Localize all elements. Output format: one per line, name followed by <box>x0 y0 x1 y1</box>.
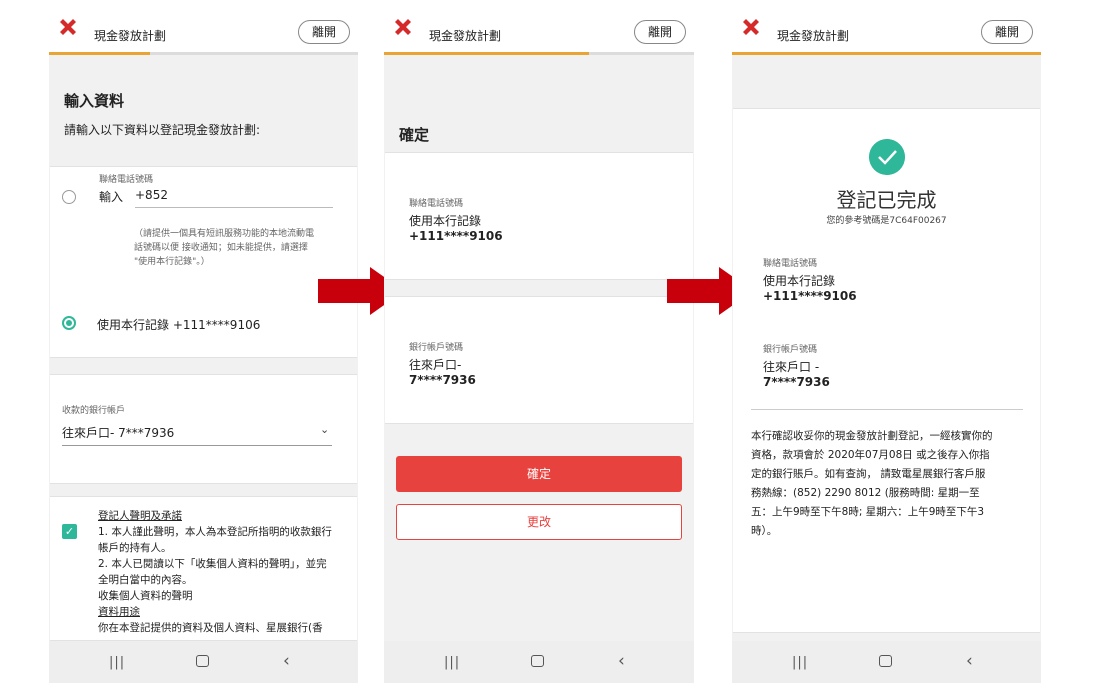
app-bar: 現金發放計劃 離開 <box>49 8 358 54</box>
check-circle-icon <box>869 139 905 175</box>
recent-apps-icon[interactable]: ||| <box>792 655 808 670</box>
use-record-option[interactable]: 使用本行記錄 +111****9106 <box>97 316 260 333</box>
registration-input-screen: 現金發放計劃 離開 輸入資料 請輸入以下資料以登記現金發放計劃: 聯絡電話號碼 … <box>49 8 358 683</box>
use-record-radio[interactable] <box>62 316 76 330</box>
app-bar: 現金發放計劃 離開 <box>384 8 694 54</box>
app-title: 現金發放計劃 <box>94 29 167 43</box>
back-icon[interactable]: ‹ <box>283 651 290 671</box>
account-number: 7****7936 <box>763 375 830 389</box>
dbs-logo-icon <box>743 19 759 35</box>
dbs-logo-icon <box>60 19 76 35</box>
declaration-text: 登記人聲明及承諾 1. 本人謹此聲明，本人為本登記所指明的收款銀行 帳戶的持有人… <box>98 510 332 634</box>
page-instruction: 請輸入以下資料以登記現金發放計劃: <box>64 123 261 137</box>
account-summary-card: 銀行帳戶號碼 往來戶口- 7****7936 <box>385 296 693 424</box>
confirmation-screen: 現金發放計劃 離開 確定 聯絡電話號碼 使用本行記錄 +111****9106 … <box>384 8 694 683</box>
country-code: +852 <box>135 188 168 202</box>
chevron-down-icon[interactable]: ⌄ <box>320 423 329 436</box>
phone-value: +111****9106 <box>763 289 857 303</box>
progress-bar <box>384 52 589 55</box>
confirmation-message: 本行確認收妥你的現金發放計劃登記，一經核實你的 資格，款項會於 2020年07月… <box>751 430 993 537</box>
account-type: 往來戶口 - <box>763 360 820 374</box>
page-title: 輸入資料 <box>64 92 125 110</box>
declaration-title: 登記人聲明及承諾 <box>98 510 182 522</box>
progress-bar <box>732 52 1041 55</box>
divider <box>751 409 1023 410</box>
reference-number: 您的參考號碼是7C64F00267 <box>826 216 947 226</box>
progress-bar <box>49 52 150 55</box>
back-icon[interactable]: ‹ <box>618 651 625 671</box>
bank-account-select[interactable]: 往來戶口- 7***7936 <box>62 424 174 441</box>
account-type: 往來戶口- <box>409 358 462 372</box>
phone-value: +111****9106 <box>409 229 503 243</box>
app-title: 現金發放計劃 <box>429 29 502 43</box>
system-nav-bar: ||| ‹ <box>384 641 694 683</box>
phone-input-line[interactable] <box>135 207 333 208</box>
phone-source: 使用本行記錄 <box>409 214 482 228</box>
home-icon[interactable] <box>879 655 892 667</box>
phone-label: 聯絡電話號碼 <box>763 259 818 269</box>
exit-button[interactable]: 離開 <box>298 20 350 44</box>
app-bar: 現金發放計劃 離開 <box>732 8 1041 54</box>
data-usage-title: 資料用途 <box>98 606 140 618</box>
bank-account-label: 收款的銀行帳戶 <box>62 406 126 416</box>
back-icon[interactable]: ‹ <box>966 651 973 671</box>
dbs-logo-icon <box>395 19 411 35</box>
account-label: 銀行帳戶號碼 <box>409 343 464 353</box>
phone-source: 使用本行記錄 <box>763 274 836 288</box>
modify-button[interactable]: 更改 <box>396 504 682 540</box>
bank-account-section: 收款的銀行帳戶 往來戶口- 7***7936 ⌄ <box>50 374 357 484</box>
exit-button[interactable]: 離開 <box>981 20 1033 44</box>
recent-apps-icon[interactable]: ||| <box>444 655 460 670</box>
registration-complete-screen: 現金發放計劃 離開 登記已完成 您的參考號碼是7C64F00267 聯絡電話號碼… <box>732 8 1041 683</box>
system-nav-bar: ||| ‹ <box>732 641 1041 683</box>
declaration-checkbox[interactable]: ✓ <box>62 524 77 539</box>
select-underline <box>62 445 332 446</box>
recent-apps-icon[interactable]: ||| <box>109 655 125 670</box>
page-title: 確定 <box>399 126 430 144</box>
success-title: 登記已完成 <box>836 188 937 212</box>
confirm-button[interactable]: 確定 <box>396 456 682 492</box>
phone-label: 聯絡電話號碼 <box>409 199 464 209</box>
account-number: 7****7936 <box>409 373 476 387</box>
system-nav-bar: ||| ‹ <box>49 641 358 683</box>
phone-section: 聯絡電話號碼 輸入 +852 （請提供一個具有短訊服務功能的本地流動電 話號碼以… <box>50 166 357 358</box>
app-title: 現金發放計劃 <box>777 29 850 43</box>
phone-summary-card: 聯絡電話號碼 使用本行記錄 +111****9106 <box>385 152 693 280</box>
input-option-label: 輸入 <box>99 190 124 204</box>
home-icon[interactable] <box>531 655 544 667</box>
phone-note: （請提供一個具有短訊服務功能的本地流動電 話號碼以便 接收通知；如未能提供，請選… <box>134 229 315 267</box>
home-icon[interactable] <box>196 655 209 667</box>
exit-button[interactable]: 離開 <box>634 20 686 44</box>
account-label: 銀行帳戶號碼 <box>763 345 818 355</box>
input-phone-radio[interactable] <box>62 190 76 204</box>
completion-card: 登記已完成 您的參考號碼是7C64F00267 聯絡電話號碼 使用本行記錄 +1… <box>733 108 1040 633</box>
declaration-section: ✓ 登記人聲明及承諾 1. 本人謹此聲明，本人為本登記所指明的收款銀行 帳戶的持… <box>50 496 357 641</box>
phone-label: 聯絡電話號碼 <box>99 175 154 185</box>
